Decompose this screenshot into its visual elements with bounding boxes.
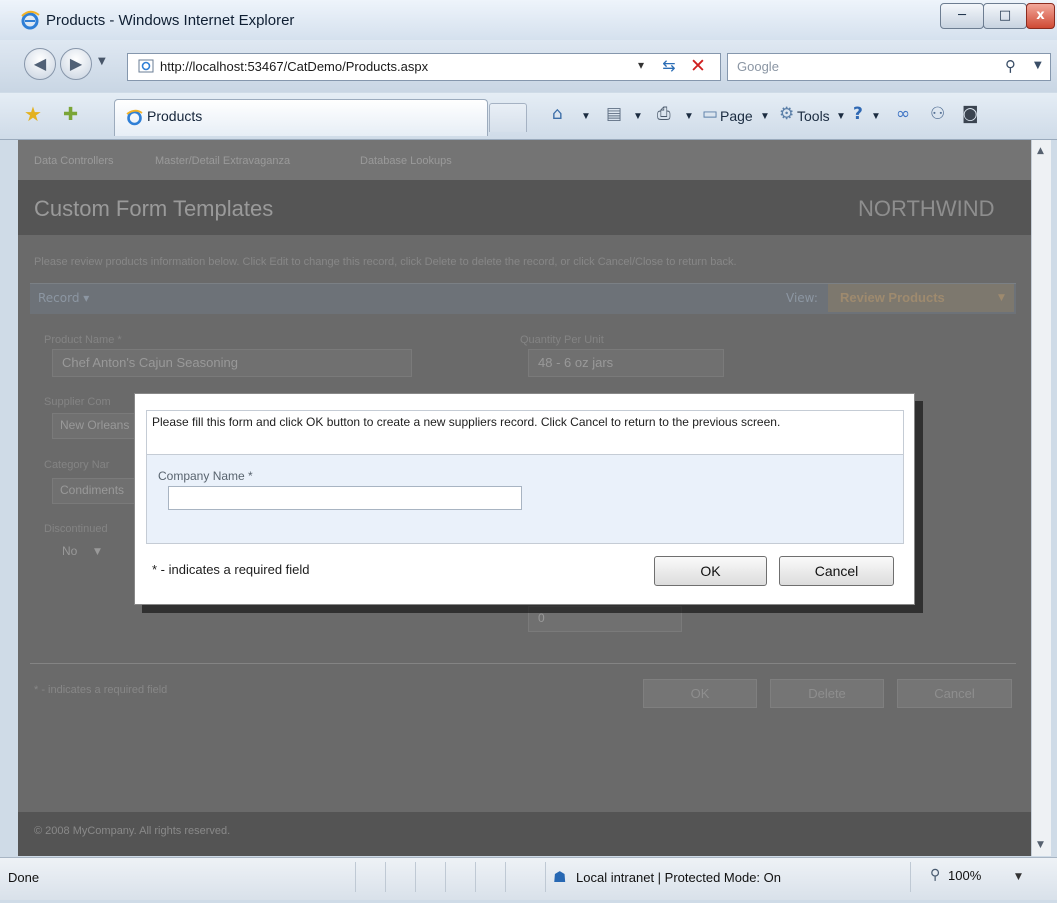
onenote-icon[interactable]: ◙ (962, 104, 979, 124)
home-icon[interactable]: ⌂ (552, 104, 563, 124)
status-divider (545, 862, 546, 892)
new-tab-button[interactable] (489, 103, 527, 132)
page-cancel-button[interactable]: Cancel (897, 679, 1012, 708)
ok-button[interactable]: OK (654, 556, 767, 586)
supplier-label: Supplier Com (44, 396, 111, 408)
feeds-dropdown-icon[interactable]: ▼ (633, 111, 643, 122)
discontinued-dropdown-icon[interactable]: ▼ (94, 547, 101, 557)
window-title: Products - Windows Internet Explorer (46, 12, 295, 29)
menu-master-detail[interactable]: Master/Detail Extravaganza (155, 155, 290, 167)
discontinued-value[interactable]: No (62, 544, 77, 558)
menu-data-controllers[interactable]: Data Controllers (34, 155, 113, 167)
units-on-order-field[interactable] (528, 606, 682, 632)
company-name-input[interactable] (168, 486, 522, 510)
back-button[interactable]: ◀ (24, 48, 56, 80)
favorites-star-icon[interactable]: ★ (24, 102, 42, 126)
discontinued-label: Discontinued (44, 523, 108, 535)
print-dropdown-icon[interactable]: ▼ (684, 111, 694, 122)
address-url[interactable]: http://localhost:53467/CatDemo/Products.… (160, 59, 428, 74)
tools-menu[interactable]: Tools (797, 108, 830, 124)
category-label: Category Nar (44, 459, 110, 471)
status-divider (385, 862, 386, 892)
maximize-button[interactable]: □ (983, 3, 1027, 29)
quantity-per-unit-value: 48 - 6 oz jars (538, 355, 614, 370)
ie-logo-icon (21, 10, 40, 30)
view-label: View: (786, 291, 818, 305)
help-dropdown-icon[interactable]: ▼ (871, 111, 881, 122)
record-menu-label: Record (38, 291, 80, 305)
page-menu[interactable]: Page (720, 108, 753, 124)
address-dropdown-icon[interactable]: ▾ (638, 58, 644, 72)
tools-gear-icon[interactable]: ⚙ (779, 104, 794, 124)
cancel-button[interactable]: Cancel (779, 556, 894, 586)
search-icon[interactable]: ⚲ (1005, 57, 1016, 75)
tab-label[interactable]: Products (147, 108, 202, 124)
add-favorites-icon[interactable]: ✚ (63, 104, 78, 125)
vertical-scrollbar[interactable] (1031, 140, 1051, 856)
view-dropdown-icon[interactable]: ▼ (998, 293, 1005, 303)
print-icon[interactable]: ⎙ (657, 104, 671, 124)
search-options-dropdown-icon[interactable]: ▼ (1034, 60, 1042, 71)
intranet-zone-icon[interactable]: ☗ (553, 868, 566, 886)
delete-button[interactable]: Delete (770, 679, 884, 708)
status-bar (0, 857, 1057, 900)
page-icon (138, 59, 154, 73)
page-title: Custom Form Templates (34, 196, 274, 221)
status-divider (415, 862, 416, 892)
form-divider (30, 663, 1016, 664)
company-name-label: Company Name * (158, 469, 253, 483)
page-ok-button[interactable]: OK (643, 679, 757, 708)
forward-button[interactable]: ▶ (60, 48, 92, 80)
feeds-icon[interactable]: ▤ (606, 104, 622, 124)
zoom-icon[interactable]: ⚲ (930, 867, 940, 883)
dialog-instructions: Please fill this form and click OK butto… (152, 415, 781, 429)
status-divider (505, 862, 506, 892)
status-divider (475, 862, 476, 892)
copyright-text: © 2008 MyCompany. All rights reserved. (34, 825, 231, 837)
research-icon[interactable]: ∞ (896, 104, 910, 124)
scroll-up-icon[interactable]: ▲ (1031, 142, 1050, 160)
dialog-required-note: * - indicates a required field (152, 562, 310, 577)
view-selected-value[interactable]: Review Products (840, 290, 945, 305)
page-menu-icon[interactable]: ▭ (702, 104, 718, 124)
recent-pages-dropdown-icon[interactable]: ▼ (98, 56, 106, 67)
security-zone-text[interactable]: Local intranet | Protected Mode: On (576, 870, 781, 885)
page-dropdown-icon[interactable]: ▼ (760, 111, 770, 122)
home-dropdown-icon[interactable]: ▼ (581, 111, 591, 122)
form-instructions: Please review products information below… (34, 256, 737, 268)
product-name-label: Product Name * (44, 334, 122, 346)
minimize-button[interactable]: ─ (940, 3, 984, 29)
status-text: Done (8, 870, 40, 885)
status-divider (355, 862, 356, 892)
category-value: Condiments (60, 483, 125, 497)
search-input[interactable]: Google (737, 59, 779, 74)
messenger-icon[interactable]: ⚇ (930, 104, 945, 124)
tools-dropdown-icon[interactable]: ▼ (836, 111, 846, 122)
required-field-note: * - indicates a required field (34, 684, 168, 696)
ie-page-icon (126, 109, 143, 126)
zoom-dropdown-icon[interactable]: ▼ (1015, 872, 1022, 882)
menu-database-lookups[interactable]: Database Lookups (360, 155, 452, 167)
record-menu[interactable]: Record ▾ (38, 291, 89, 305)
zoom-level[interactable]: 100% (948, 868, 981, 883)
help-icon[interactable]: ? (853, 104, 863, 124)
scroll-down-icon[interactable]: ▼ (1031, 836, 1050, 854)
brand-logo-text: NORTHWIND (858, 196, 995, 221)
supplier-value: New Orleans (60, 418, 130, 432)
product-name-value: Chef Anton's Cajun Seasoning (62, 355, 238, 370)
status-divider (910, 862, 911, 892)
units-on-order-value: 0 (538, 611, 545, 625)
quantity-per-unit-label: Quantity Per Unit (520, 334, 604, 346)
status-divider (445, 862, 446, 892)
close-window-button[interactable]: x (1026, 3, 1055, 29)
refresh-icon[interactable]: ⇆ (657, 54, 681, 78)
stop-icon[interactable]: ✕ (686, 54, 710, 78)
